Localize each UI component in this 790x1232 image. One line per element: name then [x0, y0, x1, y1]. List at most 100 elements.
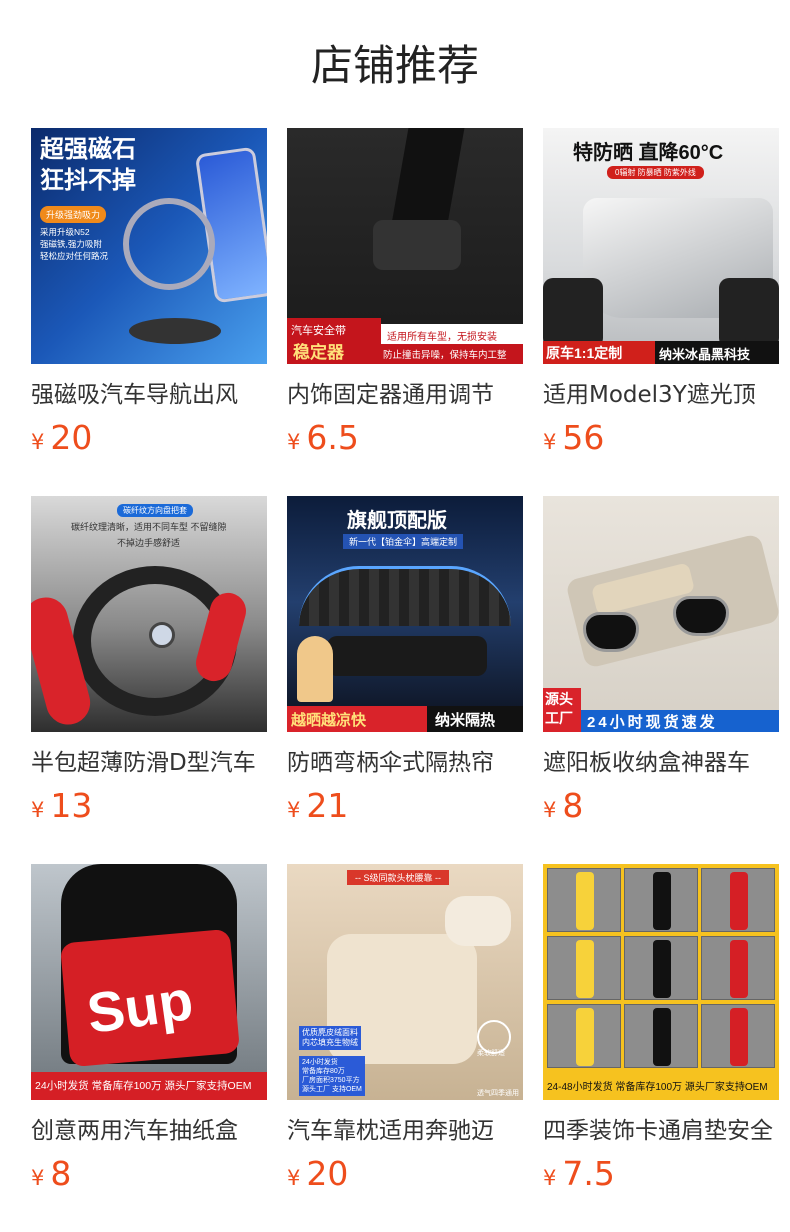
product-price: ¥21	[287, 786, 523, 826]
product-card[interactable]: 旗舰顶配版 新一代【铂金伞】高端定制 越晒越凉快 纳米隔热 防晒弯柄伞式隔热帘 …	[287, 496, 523, 836]
price-value: 13	[50, 786, 93, 825]
thumb-red-box-text: 源头 工厂	[545, 691, 573, 726]
product-name[interactable]: 创意两用汽车抽纸盒	[31, 1114, 267, 1148]
thumb-headline: 超强磁石 狂抖不掉	[40, 136, 136, 194]
product-price: ¥20	[31, 418, 267, 458]
product-name[interactable]: 适用Model3Y遮光顶	[543, 378, 779, 412]
thumb-line-2: 不掉边手感舒适	[117, 538, 181, 548]
thumb-badge-1: 柔软舒适	[477, 1050, 505, 1057]
currency-symbol: ¥	[287, 430, 301, 454]
thumb-red-top: 汽车安全带	[291, 325, 346, 337]
thumb-subline: 新一代【铂金伞】高端定制	[343, 534, 464, 549]
thumb-black-bar-text: 纳米隔热	[435, 712, 496, 729]
product-image[interactable]: 旗舰顶配版 新一代【铂金伞】高端定制 越晒越凉快 纳米隔热	[287, 496, 523, 732]
price-value: 6.5	[306, 418, 359, 457]
magnet-ring-graphic	[123, 198, 215, 290]
currency-symbol: ¥	[543, 1166, 557, 1190]
product-name[interactable]: 半包超薄防滑D型汽车	[31, 746, 267, 780]
thumb-red-main: 稳定器	[293, 343, 344, 362]
thumb-red-bar-text: 越晒越凉快	[291, 712, 367, 729]
thumb-badge-2: 透气四季通用	[477, 1090, 519, 1097]
thumb-tag: 升级强劲吸力	[40, 206, 107, 223]
price-value: 8	[50, 1154, 72, 1193]
product-card[interactable]: Sup 24小时发货 常备库存100万 源头厂家支持OEM 创意两用汽车抽纸盒 …	[31, 864, 267, 1204]
product-image[interactable]: 源头 工厂 24小时现货速发	[543, 496, 779, 732]
thumb-info-box-1: 优质麂皮绒面料 内芯填充生物绒	[299, 1026, 361, 1050]
product-price: ¥7.5	[543, 1154, 779, 1194]
product-variant-tile	[624, 936, 698, 1000]
product-image[interactable]: 汽车安全带 稳定器 适用所有车型，无损安装 防止撞击异噪，保持车内工整	[287, 128, 523, 364]
sunglasses-lens-graphic	[673, 596, 729, 636]
product-image[interactable]: -- S级同款头枕腰靠 -- 优质麂皮绒面料 内芯填充生物绒 24小时发货 常备…	[287, 864, 523, 1100]
thumb-banner: -- S级同款头枕腰靠 --	[347, 870, 449, 885]
currency-symbol: ¥	[31, 1166, 45, 1190]
belt-clip-graphic	[373, 220, 461, 270]
seat-graphic	[719, 278, 779, 348]
dashboard-graphic	[327, 636, 487, 676]
price-value: 20	[306, 1154, 349, 1193]
product-name[interactable]: 四季装饰卡通肩垫安全	[543, 1114, 779, 1148]
product-card[interactable]: 汽车安全带 稳定器 适用所有车型，无损安装 防止撞击异噪，保持车内工整 内饰固定…	[287, 128, 523, 468]
product-card[interactable]: 源头 工厂 24小时现货速发 遮阳板收纳盒神器车 ¥8	[543, 496, 779, 836]
product-variant-tile	[547, 1004, 621, 1068]
currency-symbol: ¥	[543, 798, 557, 822]
thumb-red-bar-text: 原车1:1定制	[546, 345, 623, 361]
thumb-pill: 碳纤纹方向盘把套	[117, 504, 193, 517]
product-price: ¥56	[543, 418, 779, 458]
thumb-white-text: 适用所有车型，无损安装	[387, 332, 497, 343]
product-variant-tile	[547, 868, 621, 932]
price-value: 7.5	[562, 1154, 615, 1193]
thumb-headline: 旗舰顶配版	[347, 510, 447, 532]
sunglasses-lens-graphic	[583, 612, 639, 652]
product-name[interactable]: 防晒弯柄伞式隔热帘	[287, 746, 523, 780]
product-card[interactable]: 特防晒 直降60°C 0辐射 防暴晒 防紫外线 原车1:1定制 纳米冰晶黑科技 …	[543, 128, 779, 468]
thumb-caption: 采用升级N52 强磁铁,强力吸附 轻松应对任何路况	[40, 227, 109, 261]
price-value: 8	[562, 786, 584, 825]
currency-symbol: ¥	[31, 430, 45, 454]
product-price: ¥8	[543, 786, 779, 826]
product-variant-tile	[624, 1004, 698, 1068]
product-name[interactable]: 强磁吸汽车导航出风	[31, 378, 267, 412]
product-image[interactable]: 特防晒 直降60°C 0辐射 防暴晒 防紫外线 原车1:1定制 纳米冰晶黑科技	[543, 128, 779, 364]
product-image[interactable]: 碳纤纹方向盘把套 碳纤纹理清晰，适用不同车型 不留缝隙 不掉边手感舒适	[31, 496, 267, 732]
product-price: ¥13	[31, 786, 267, 826]
product-variant-tile	[701, 936, 775, 1000]
price-value: 21	[306, 786, 349, 825]
seat-graphic	[543, 278, 603, 348]
thumb-red-bar-text: 24小时发货 常备库存100万 源头厂家支持OEM	[35, 1080, 252, 1092]
currency-symbol: ¥	[31, 798, 45, 822]
mount-base-graphic	[129, 318, 221, 344]
ice-cream-graphic	[297, 636, 333, 702]
product-price: ¥20	[287, 1154, 523, 1194]
product-image[interactable]: 超强磁石 狂抖不掉 升级强劲吸力 采用升级N52 强磁铁,强力吸附 轻松应对任何…	[31, 128, 267, 364]
product-variant-tile	[624, 868, 698, 932]
product-card[interactable]: -- S级同款头枕腰靠 -- 优质麂皮绒面料 内芯填充生物绒 24小时发货 常备…	[287, 864, 523, 1204]
thumb-line-1: 碳纤纹理清晰，适用不同车型 不留缝隙	[71, 522, 227, 532]
product-name[interactable]: 汽车靠枕适用奔驰迈	[287, 1114, 523, 1148]
price-value: 56	[562, 418, 605, 457]
product-image[interactable]: 24-48小时发货 常备库存100万 源头厂家支持OEM	[543, 864, 779, 1100]
thumb-subline: 0辐射 防暴晒 防紫外线	[607, 166, 704, 179]
product-variant-tile	[701, 868, 775, 932]
currency-symbol: ¥	[543, 430, 557, 454]
product-card[interactable]: 超强磁石 狂抖不掉 升级强劲吸力 采用升级N52 强磁铁,强力吸附 轻松应对任何…	[31, 128, 267, 468]
currency-symbol: ¥	[287, 1166, 301, 1190]
product-variant-tile	[701, 1004, 775, 1068]
product-price: ¥6.5	[287, 418, 523, 458]
product-name[interactable]: 遮阳板收纳盒神器车	[543, 746, 779, 780]
headrest-pillow-graphic	[445, 896, 511, 946]
umbrella-graphic	[299, 566, 511, 626]
thumb-info-box-2: 24小时发货 常备库存80万 厂房面积3750平方 源头工厂 支持OEM	[299, 1056, 365, 1096]
thumb-blue-bar-text: 24小时现货速发	[587, 714, 718, 731]
thumb-headline: 特防晒 直降60°C	[573, 142, 724, 164]
product-card[interactable]: 24-48小时发货 常备库存100万 源头厂家支持OEM 四季装饰卡通肩垫安全 …	[543, 864, 779, 1204]
thumb-black-bar-text: 纳米冰晶黑科技	[659, 347, 751, 362]
product-price: ¥8	[31, 1154, 267, 1194]
product-image[interactable]: Sup 24小时发货 常备库存100万 源头厂家支持OEM	[31, 864, 267, 1100]
currency-symbol: ¥	[287, 798, 301, 822]
product-variant-tile	[547, 936, 621, 1000]
product-card[interactable]: 碳纤纹方向盘把套 碳纤纹理清晰，适用不同车型 不留缝隙 不掉边手感舒适 半包超薄…	[31, 496, 267, 836]
thumb-bottom-text: 24-48小时发货 常备库存100万 源头厂家支持OEM	[547, 1082, 768, 1093]
product-name[interactable]: 内饰固定器通用调节	[287, 378, 523, 412]
product-grid: 超强磁石 狂抖不掉 升级强劲吸力 采用升级N52 强磁铁,强力吸附 轻松应对任何…	[31, 128, 780, 1232]
